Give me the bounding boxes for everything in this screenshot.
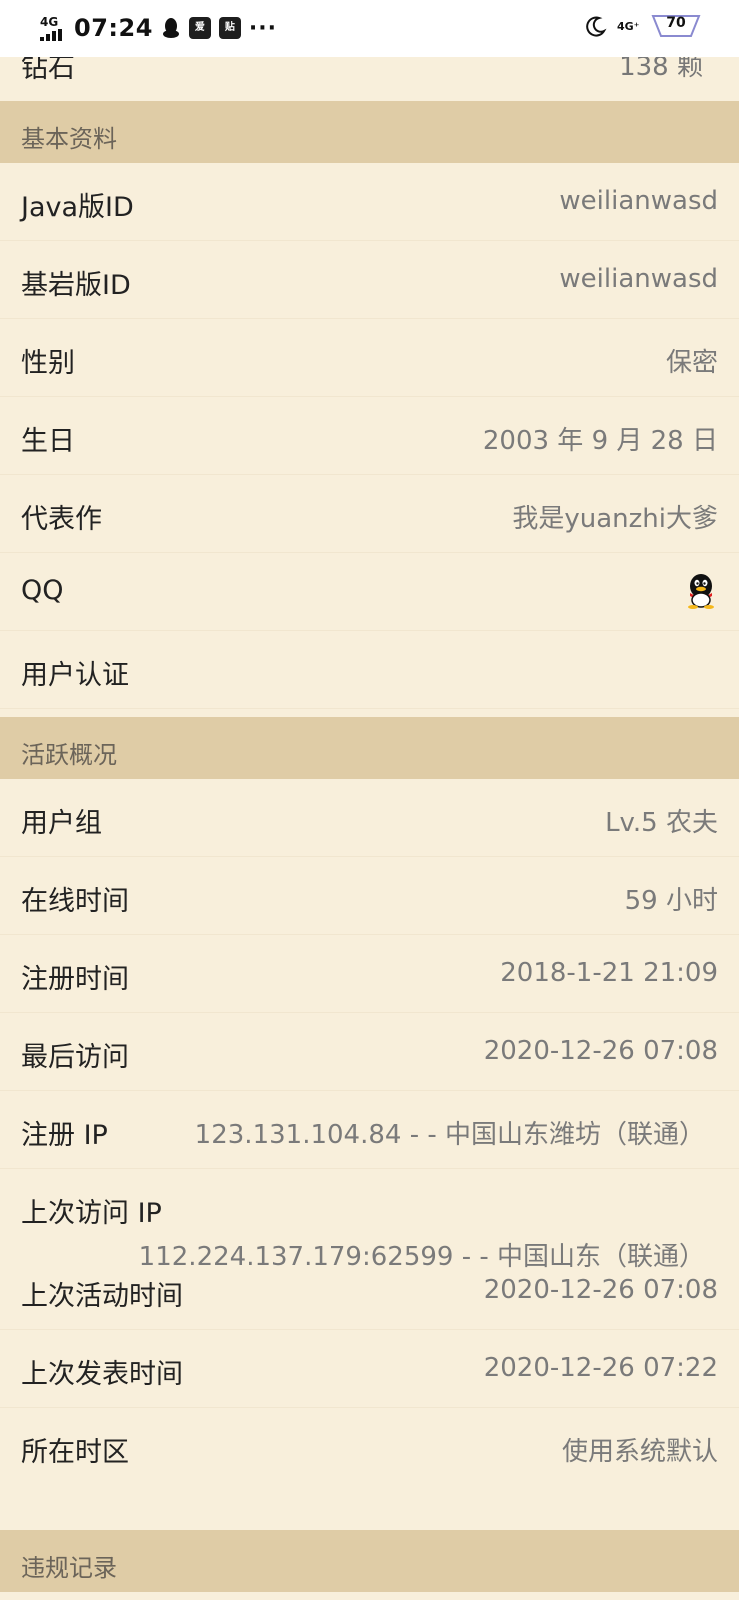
signal-icon: 4G bbox=[40, 16, 66, 41]
row-last-post-time: 上次发表时间 2020-12-26 07:22 bbox=[0, 1330, 739, 1408]
status-bar: 4G 07:24 爱 贴 ··· 4G⁺ 70 bbox=[0, 0, 739, 57]
battery-icon: 70 bbox=[651, 14, 701, 38]
row-register-ip: 注册 IP 123.131.104.84 - - 中国山东潍坊（联通） bbox=[0, 1091, 739, 1169]
row-register-time: 注册时间 2018-1-21 21:09 bbox=[0, 935, 739, 1013]
iqiyi-notification-icon: 爱 bbox=[188, 17, 211, 39]
row-java-id: Java版ID weilianwasd bbox=[0, 163, 739, 241]
qq-penguin-icon[interactable] bbox=[684, 573, 718, 609]
tieba-notification-icon: 贴 bbox=[218, 17, 241, 39]
row-last-visit: 最后访问 2020-12-26 07:08 bbox=[0, 1013, 739, 1091]
row-online-time: 在线时间 59 小时 bbox=[0, 857, 739, 935]
more-notifications-icon: ··· bbox=[248, 15, 277, 41]
row-qq[interactable]: QQ bbox=[0, 553, 739, 631]
row-user-group: 用户组 Lv.5 农夫 bbox=[0, 779, 739, 857]
section-header-basic-info: 基本资料 bbox=[0, 101, 739, 163]
qq-notification-icon bbox=[162, 18, 179, 38]
do-not-disturb-moon-icon bbox=[586, 16, 607, 37]
section-header-violations: 违规记录 bbox=[0, 1530, 739, 1592]
row-last-visit-ip: 上次访问 IP 112.224.137.179:62599 - - 中国山东（联… bbox=[21, 1198, 705, 1272]
network-4g-icon: 4G⁺ bbox=[617, 19, 640, 33]
row-last-activity-time: 上次活动时间 2020-12-26 07:08 bbox=[0, 1252, 739, 1330]
section-header-activity: 活跃概况 bbox=[0, 717, 739, 779]
row-representative-work: 代表作 我是yuanzhi大爹 bbox=[0, 475, 739, 553]
row-bedrock-id: 基岩版ID weilianwasd bbox=[0, 241, 739, 319]
row-user-verification: 用户认证 bbox=[0, 631, 739, 709]
row-gender: 性别 保密 bbox=[0, 319, 739, 397]
row-timezone: 所在时区 使用系统默认 bbox=[21, 1437, 718, 1468]
row-birthday: 生日 2003 年 9 月 28 日 bbox=[0, 397, 739, 475]
clock: 07:24 bbox=[74, 14, 153, 42]
